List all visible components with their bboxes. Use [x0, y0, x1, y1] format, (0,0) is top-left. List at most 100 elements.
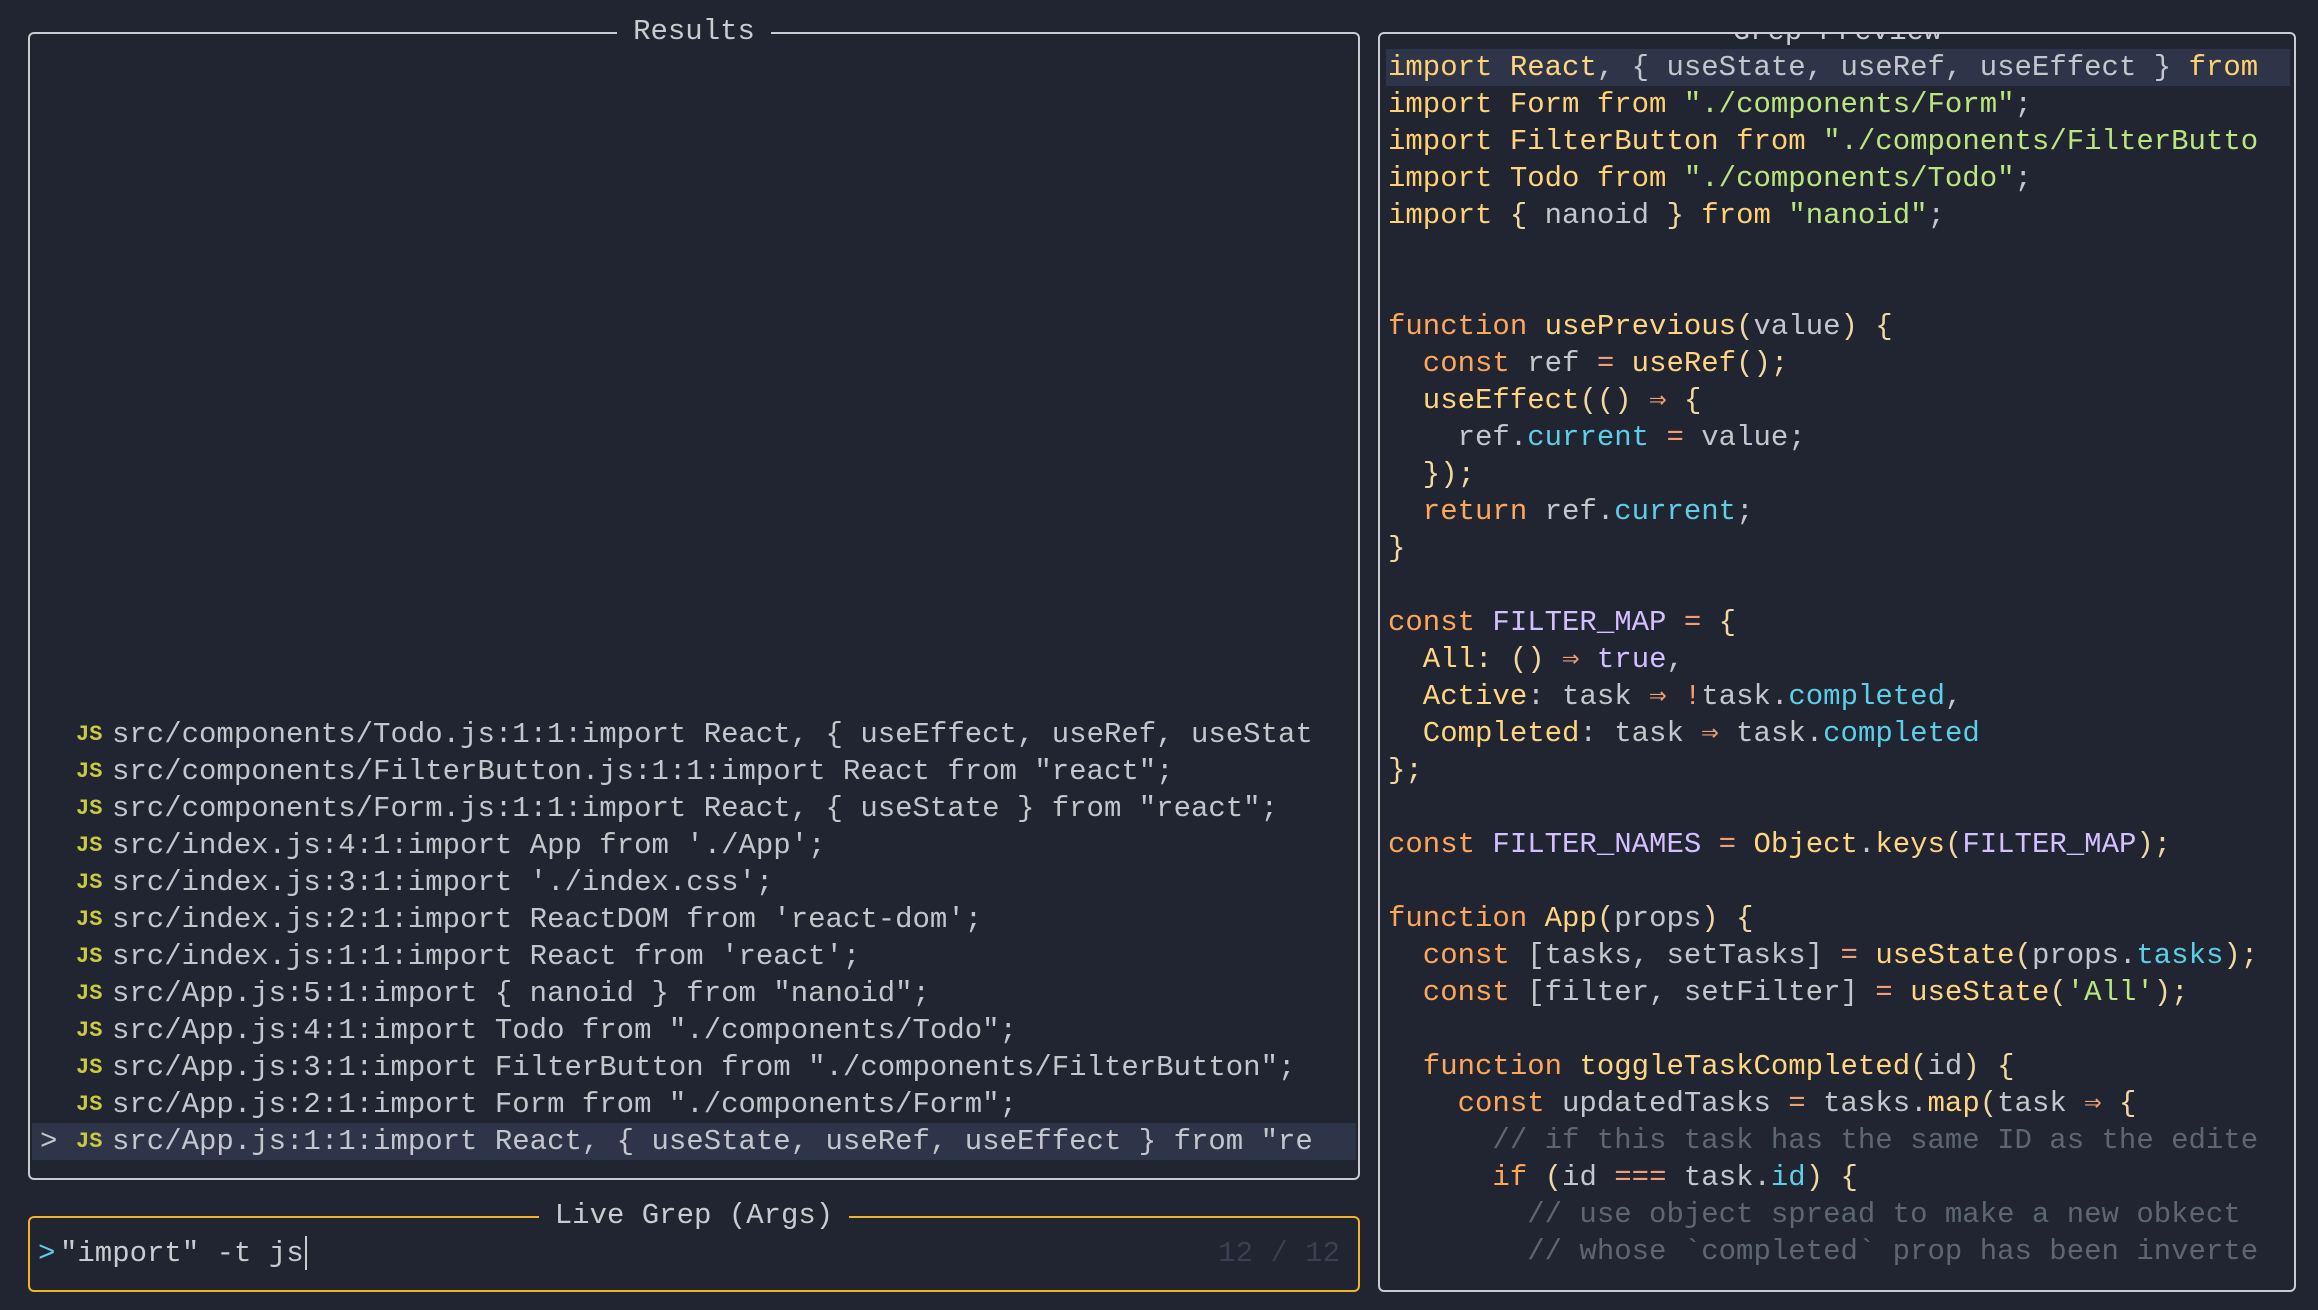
- code-token: {: [2119, 1087, 2137, 1120]
- code-token: useState: [1910, 976, 2050, 1009]
- code-line: if (id === task.id) {: [1388, 1159, 2290, 1196]
- result-item[interactable]: JS src/App.js:3:1:import FilterButton fro…: [32, 1049, 1356, 1086]
- code-token: =: [1666, 421, 1702, 454]
- code-token: updatedTasks: [1562, 1087, 1789, 1120]
- code-token: FilterButton: [1509, 125, 1737, 158]
- result-item[interactable]: JS src/index.js:4:1:import App from './Ap…: [32, 827, 1356, 864]
- code-token: useState: [1875, 939, 2015, 972]
- code-token: {: [1509, 199, 1545, 232]
- result-text: src/components/Form.js:1:1:import React,…: [112, 792, 1278, 825]
- code-token: import: [1388, 51, 1510, 84]
- code-token: const: [1388, 347, 1528, 380]
- result-counter: 12 / 12: [1218, 1237, 1340, 1270]
- result-item[interactable]: JS src/components/Form.js:1:1:import Reac…: [32, 790, 1356, 827]
- code-line: }: [1388, 530, 2290, 567]
- code-line: const updatedTasks = tasks.map(task ⇒ {: [1388, 1085, 2290, 1122]
- code-token: "./components/Form": [1683, 88, 2015, 121]
- result-item[interactable]: JS src/App.js:5:1:import { nanoid } from …: [32, 975, 1356, 1012]
- code-token: =: [1596, 347, 1632, 380]
- code-token: tasks: [2136, 939, 2224, 972]
- result-item[interactable]: > JS src/App.js:1:1:import React, { useSta…: [32, 1123, 1356, 1160]
- code-token: const: [1388, 939, 1528, 972]
- code-line: });: [1388, 456, 2290, 493]
- javascript-file-icon: JS: [76, 1092, 103, 1117]
- result-item[interactable]: JS src/components/FilterButton.js:1:1:imp…: [32, 753, 1356, 790]
- code-token: const: [1388, 828, 1493, 861]
- code-token: from: [1736, 125, 1824, 158]
- code-line: };: [1388, 752, 2290, 789]
- code-token: task.: [1683, 1161, 1771, 1194]
- code-line: function usePrevious(value) {: [1388, 308, 2290, 345]
- code-token: "./components/FilterButto: [1823, 125, 2259, 158]
- code-token: :: [1579, 717, 1615, 750]
- code-line: const FILTER_NAMES = Object.keys(FILTER_…: [1388, 826, 2290, 863]
- text-cursor: [304, 1236, 307, 1271]
- code-token: React: [1509, 51, 1597, 84]
- code-token: Completed: [1388, 717, 1580, 750]
- code-token: =: [1840, 939, 1876, 972]
- code-token: {: [1683, 384, 1702, 417]
- code-line: Active: task ⇒ !task.completed,: [1388, 678, 2290, 715]
- code-line: import Form from "./components/Form";: [1388, 86, 2290, 123]
- result-item[interactable]: JS src/index.js:2:1:import ReactDOM from …: [32, 901, 1356, 938]
- code-token: }: [1388, 532, 1406, 565]
- code-token: if: [1388, 1161, 1545, 1194]
- javascript-file-icon: JS: [76, 981, 103, 1006]
- code-token: function: [1388, 1050, 1580, 1083]
- search-input[interactable]: "import" -t js: [60, 1234, 307, 1274]
- code-token: {: [1718, 606, 1737, 639]
- javascript-file-icon: JS: [76, 870, 103, 895]
- result-item[interactable]: JS src/components/Todo.js:1:1:import Reac…: [32, 716, 1356, 753]
- code-line: function toggleTaskCompleted(id) {: [1388, 1048, 2290, 1085]
- code-token: ref: [1527, 347, 1597, 380]
- code-token: =: [1875, 976, 1911, 1009]
- result-item[interactable]: JS src/App.js:4:1:import Todo from "./com…: [32, 1012, 1356, 1049]
- grep-preview-panel: Grep Preview import React, { useState, u…: [1378, 32, 2296, 1292]
- code-token: keys: [1875, 828, 1945, 861]
- code-token: completed: [1823, 717, 1980, 750]
- code-token: import: [1388, 125, 1510, 158]
- code-token: );: [2153, 976, 2189, 1009]
- code-line: const FILTER_MAP = {: [1388, 604, 2290, 641]
- javascript-file-icon: JS: [76, 833, 103, 858]
- javascript-file-icon: JS: [76, 759, 103, 784]
- code-line: Completed: task ⇒ task.completed: [1388, 715, 2290, 752]
- result-text: src/App.js:5:1:import { nanoid } from "n…: [112, 977, 930, 1010]
- code-token: :: [1527, 680, 1563, 713]
- code-token: (: [1736, 310, 1754, 343]
- code-line: const ref = useRef();: [1388, 345, 2290, 382]
- code-token: from: [1701, 199, 1789, 232]
- code-token: ⇒: [2084, 1087, 2120, 1120]
- code-token: 'All': [2066, 976, 2154, 1009]
- javascript-file-icon: JS: [76, 1018, 103, 1043]
- code-token: id: [1927, 1050, 1963, 1083]
- search-input-value: "import" -t js: [60, 1237, 304, 1270]
- code-token: =: [1718, 828, 1754, 861]
- result-item[interactable]: JS src/index.js:1:1:import React from 're…: [32, 938, 1356, 975]
- code-token: function: [1388, 902, 1545, 935]
- code-token: true: [1596, 643, 1667, 676]
- result-text: src/index.js:4:1:import App from './App'…: [112, 829, 826, 862]
- result-item[interactable]: JS src/App.js:2:1:import Form from "./com…: [32, 1086, 1356, 1123]
- javascript-file-icon: JS: [76, 907, 103, 932]
- code-line: ref.current = value;: [1388, 419, 2290, 456]
- code-token: (: [2014, 939, 2032, 972]
- result-text: src/index.js:3:1:import './index.css';: [112, 866, 774, 899]
- code-token: import: [1388, 162, 1510, 195]
- code-token: ) {: [1962, 1050, 2015, 1083]
- code-line: const [tasks, setTasks] = useState(props…: [1388, 937, 2290, 974]
- code-token: import: [1388, 88, 1510, 121]
- code-token: }: [1666, 199, 1702, 232]
- code-token: : (): [1475, 643, 1563, 676]
- javascript-file-icon: JS: [76, 944, 103, 969]
- result-text: src/index.js:1:1:import React from 'reac…: [112, 940, 861, 973]
- code-token: // use object spread to make a new obkec…: [1388, 1198, 2241, 1231]
- code-line: function App(props) {: [1388, 900, 2290, 937]
- code-token: value: [1753, 310, 1841, 343]
- result-item[interactable]: JS src/index.js:3:1:import './index.css';: [32, 864, 1356, 901]
- code-token: return: [1388, 495, 1545, 528]
- code-token: ,: [1666, 643, 1684, 676]
- result-text: src/App.js:4:1:import Todo from "./compo…: [112, 1014, 1017, 1047]
- code-token: !: [1683, 680, 1702, 713]
